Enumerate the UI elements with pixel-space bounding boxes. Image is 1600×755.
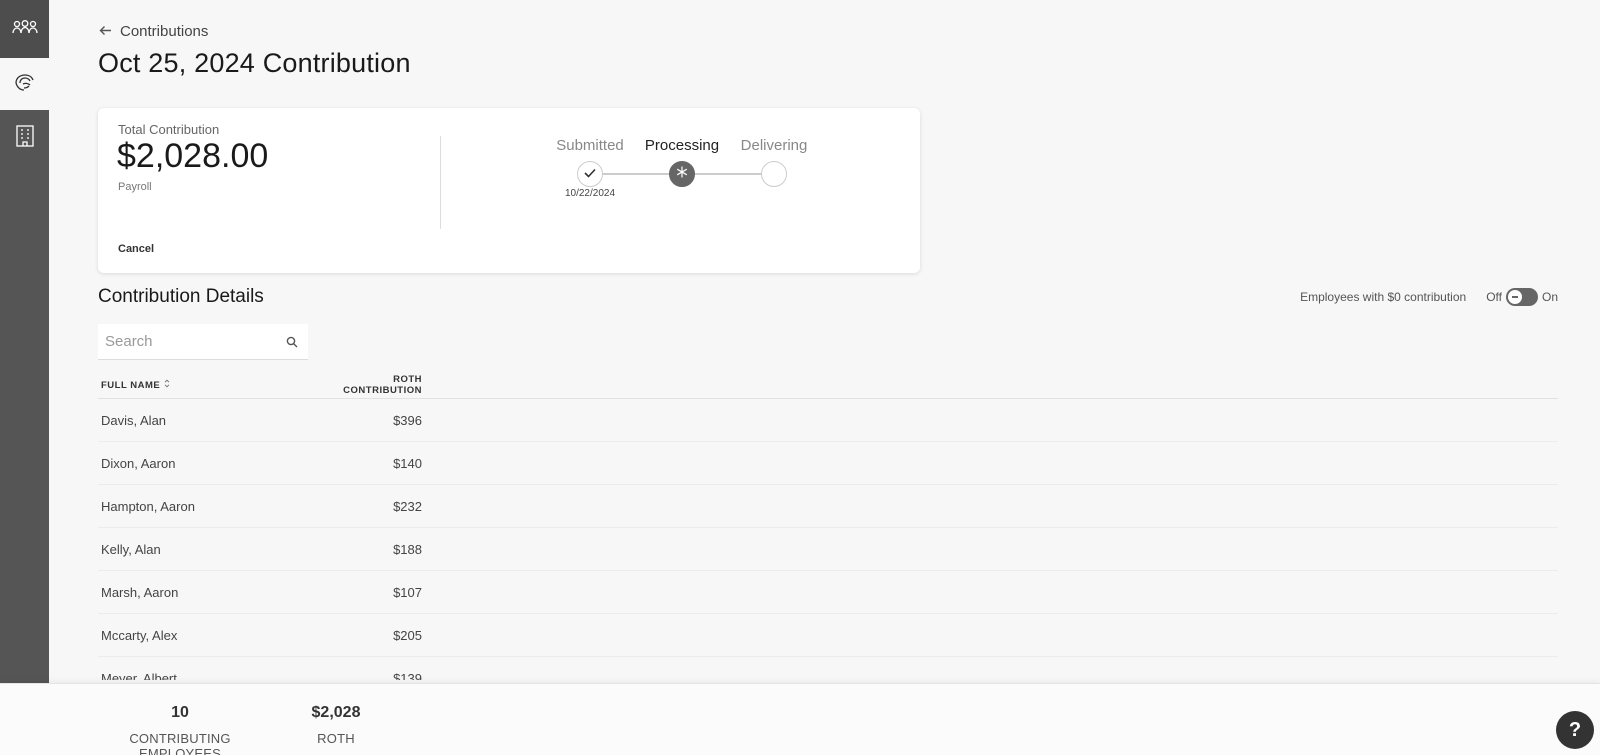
- contributing-employees-label: CONTRIBUTING EMPLOYEES: [129, 731, 231, 755]
- roth-amount: $396: [393, 412, 422, 428]
- help-button[interactable]: ?: [1556, 711, 1594, 749]
- roth-amount: $205: [393, 627, 422, 643]
- roth-amount: $140: [393, 455, 422, 471]
- contribution-source: Payroll: [118, 181, 152, 193]
- employee-name: Mccarty, Alex: [101, 627, 178, 643]
- sort-icon: [164, 379, 170, 391]
- cancel-button[interactable]: Cancel: [118, 243, 154, 255]
- employee-name: Dixon, Aaron: [101, 455, 176, 471]
- contributions-table: FULL NAME ROTH CONTRIBUTION Davis, Alan …: [98, 372, 1558, 680]
- employee-name: Kelly, Alan: [101, 541, 161, 557]
- zero-contribution-label: Employees with $0 contribution: [1300, 290, 1467, 304]
- table-row[interactable]: Meyer, Albert $139: [98, 657, 1558, 681]
- team-icon: [11, 19, 38, 40]
- step-delivering: [761, 161, 787, 187]
- back-link-label: Contributions: [120, 23, 209, 40]
- table-row[interactable]: Mccarty, Alex $205: [98, 614, 1558, 657]
- table-row[interactable]: Dixon, Aaron $140: [98, 442, 1558, 485]
- roth-total-stat: $2,028 ROTH: [303, 704, 369, 746]
- card-divider: [440, 136, 441, 229]
- building-icon: [15, 124, 35, 153]
- column-header-full-name[interactable]: FULL NAME: [98, 379, 318, 391]
- employee-name: Meyer, Albert: [101, 670, 177, 681]
- roth-amount: $139: [393, 670, 422, 681]
- nav-team[interactable]: [0, 0, 49, 58]
- page-title: Oct 25, 2024 Contribution: [98, 48, 411, 78]
- zero-contribution-toggle[interactable]: [1505, 288, 1538, 306]
- step-processing: [669, 161, 695, 187]
- totals-footer: 10 CONTRIBUTING EMPLOYEES $2,028 ROTH: [0, 683, 1600, 755]
- zero-contribution-filter: Employees with $0 contribution Off On: [1300, 288, 1558, 306]
- column-header-roth-contribution[interactable]: ROTH CONTRIBUTION: [318, 374, 422, 396]
- contribution-details-title: Contribution Details: [98, 286, 264, 307]
- main-content: Contributions Oct 25, 2024 Contribution …: [49, 0, 1600, 755]
- search-input[interactable]: [98, 333, 278, 350]
- toggle-knob: [1507, 290, 1522, 304]
- roth-amount: $232: [393, 498, 422, 514]
- step-submitted: [577, 161, 603, 187]
- table-row[interactable]: Davis, Alan $396: [98, 399, 1558, 442]
- employee-name: Davis, Alan: [101, 412, 167, 428]
- contribution-summary-card: Total Contribution $2,028.00 Payroll Can…: [98, 108, 920, 273]
- check-icon: [584, 165, 596, 183]
- table-row[interactable]: Marsh, Aaron $107: [98, 571, 1558, 614]
- roth-amount: $107: [393, 584, 422, 600]
- total-contribution-value: $2,028.00: [117, 137, 269, 175]
- toggle-on-label: On: [1541, 290, 1558, 304]
- arrow-left-icon: [99, 23, 112, 40]
- column-label-full-name: FULL NAME: [101, 379, 161, 391]
- total-contribution-label: Total Contribution: [118, 122, 220, 137]
- step-label-delivering: Delivering: [740, 137, 808, 154]
- employee-name: Hampton, Aaron: [101, 498, 195, 514]
- back-to-contributions-link[interactable]: Contributions: [99, 23, 208, 40]
- search-box: [98, 324, 308, 360]
- nav-company[interactable]: [0, 110, 49, 166]
- toggle-off-label: Off: [1486, 290, 1502, 304]
- step-date-submitted: 10/22/2024: [564, 188, 616, 199]
- roth-total-label: ROTH: [317, 731, 355, 746]
- table-header: FULL NAME ROTH CONTRIBUTION: [98, 372, 1558, 399]
- step-label-processing: Processing: [644, 137, 720, 154]
- sidebar: [0, 0, 49, 755]
- nav-contributions[interactable]: [0, 58, 49, 110]
- roth-amount: $188: [393, 541, 422, 557]
- step-label-submitted: Submitted: [556, 137, 624, 154]
- snowflake-icon: [676, 165, 688, 183]
- employee-name: Marsh, Aaron: [101, 584, 179, 600]
- table-row[interactable]: Kelly, Alan $188: [98, 528, 1558, 571]
- table-row[interactable]: Hampton, Aaron $232: [98, 485, 1558, 528]
- contributing-employees-value: 10: [171, 704, 189, 721]
- piggy-bank-icon: [13, 71, 37, 98]
- roth-total-value: $2,028: [311, 704, 361, 721]
- search-icon[interactable]: [286, 335, 298, 353]
- contributing-employees-stat: 10 CONTRIBUTING EMPLOYEES: [88, 704, 272, 755]
